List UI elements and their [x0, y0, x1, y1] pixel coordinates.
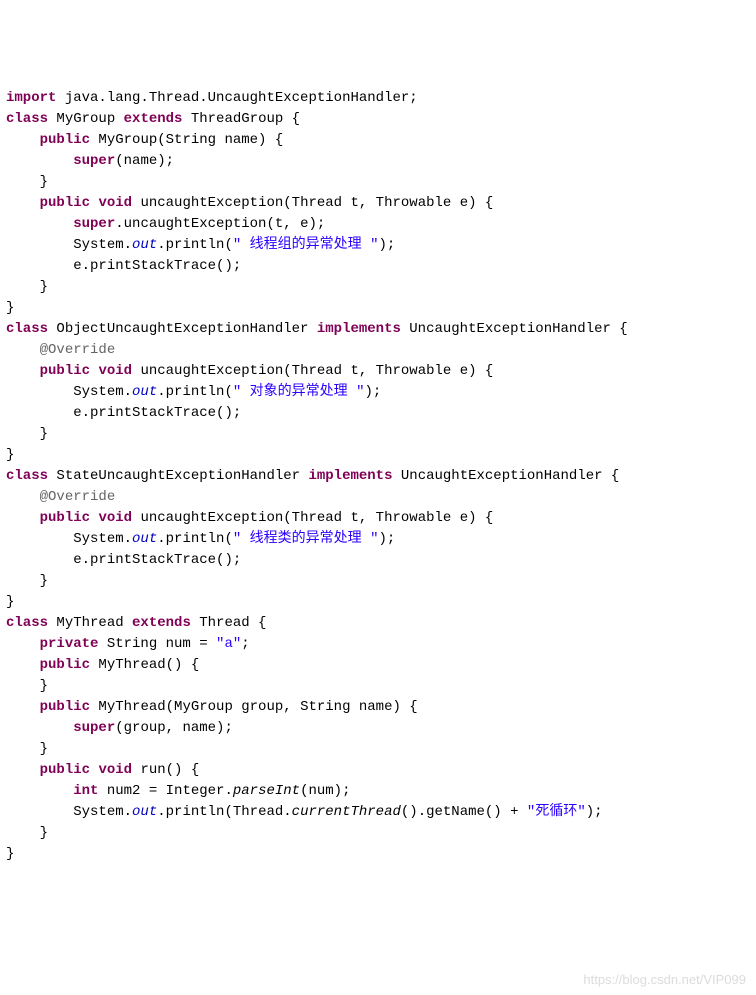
kw-public: public [40, 363, 90, 379]
txt: e.printStackTrace(); [73, 552, 241, 568]
kw-public: public [40, 657, 90, 673]
txt: ThreadGroup { [182, 111, 300, 127]
kw-public: public [40, 762, 90, 778]
txt: UncaughtExceptionHandler { [392, 468, 619, 484]
txt: } [40, 678, 48, 694]
txt: StateUncaughtExceptionHandler [48, 468, 308, 484]
txt: java.lang.Thread.UncaughtExceptionHandle… [56, 90, 417, 106]
txt: } [6, 447, 14, 463]
kw-class: class [6, 321, 48, 337]
kw-void: void [98, 195, 132, 211]
txt: } [6, 594, 14, 610]
txt: ObjectUncaughtExceptionHandler [48, 321, 317, 337]
txt: (name); [115, 153, 174, 169]
txt: uncaughtException(Thread t, Throwable e)… [132, 195, 493, 211]
txt: MyGroup(String name) { [90, 132, 283, 148]
txt: e.printStackTrace(); [73, 258, 241, 274]
txt: System. [73, 237, 132, 253]
txt: } [40, 279, 48, 295]
txt: .println( [157, 237, 233, 253]
txt: MyGroup [48, 111, 124, 127]
field-out: out [132, 237, 157, 253]
txt: System. [73, 531, 132, 547]
kw-class: class [6, 111, 48, 127]
kw-public: public [40, 132, 90, 148]
txt: num2 = Integer. [98, 783, 232, 799]
string: " 线程组的异常处理 " [233, 237, 379, 253]
txt: Thread { [191, 615, 267, 631]
txt: System. [73, 384, 132, 400]
txt: .uncaughtException(t, e); [115, 216, 325, 232]
txt: } [6, 300, 14, 316]
method: parseInt [233, 783, 300, 799]
txt: } [40, 573, 48, 589]
txt: ); [364, 384, 381, 400]
kw-class: class [6, 468, 48, 484]
kw-void: void [98, 363, 132, 379]
kw-int: int [73, 783, 98, 799]
kw-public: public [40, 699, 90, 715]
kw-public: public [40, 510, 90, 526]
kw-extends: extends [124, 111, 183, 127]
txt: MyThread() { [90, 657, 199, 673]
kw-super: super [73, 720, 115, 736]
kw-class: class [6, 615, 48, 631]
kw-super: super [73, 216, 115, 232]
kw-void: void [98, 762, 132, 778]
watermark: https://blog.csdn.net/VIP099 [583, 970, 746, 990]
txt: String num = [98, 636, 216, 652]
txt: } [40, 426, 48, 442]
txt: uncaughtException(Thread t, Throwable e)… [132, 363, 493, 379]
string: " 线程类的异常处理 " [233, 531, 379, 547]
annotation: @Override [40, 342, 116, 358]
kw-implements: implements [317, 321, 401, 337]
kw-extends: extends [132, 615, 191, 631]
txt: } [40, 174, 48, 190]
txt: MyThread(MyGroup group, String name) { [90, 699, 418, 715]
code-block: import java.lang.Thread.UncaughtExceptio… [6, 88, 750, 865]
txt: UncaughtExceptionHandler { [401, 321, 628, 337]
txt: ); [378, 237, 395, 253]
kw-import: import [6, 90, 56, 106]
txt: MyThread [48, 615, 132, 631]
txt: } [40, 741, 48, 757]
field-out: out [132, 531, 157, 547]
txt: ; [241, 636, 249, 652]
string: " 对象的异常处理 " [233, 384, 365, 400]
txt: .println( [157, 531, 233, 547]
kw-private: private [40, 636, 99, 652]
kw-public: public [40, 195, 90, 211]
kw-void: void [98, 510, 132, 526]
field-out: out [132, 384, 157, 400]
kw-implements: implements [308, 468, 392, 484]
string: "a" [216, 636, 241, 652]
txt: } [40, 825, 48, 841]
txt: ); [378, 531, 395, 547]
txt: run() { [132, 762, 199, 778]
txt: uncaughtException(Thread t, Throwable e)… [132, 510, 493, 526]
txt: (num); [300, 783, 350, 799]
annotation: @Override [40, 489, 116, 505]
txt: } [6, 846, 14, 862]
txt: e.printStackTrace(); [73, 405, 241, 421]
kw-super: super [73, 153, 115, 169]
txt: .println( [157, 384, 233, 400]
txt: (group, name); [115, 720, 233, 736]
